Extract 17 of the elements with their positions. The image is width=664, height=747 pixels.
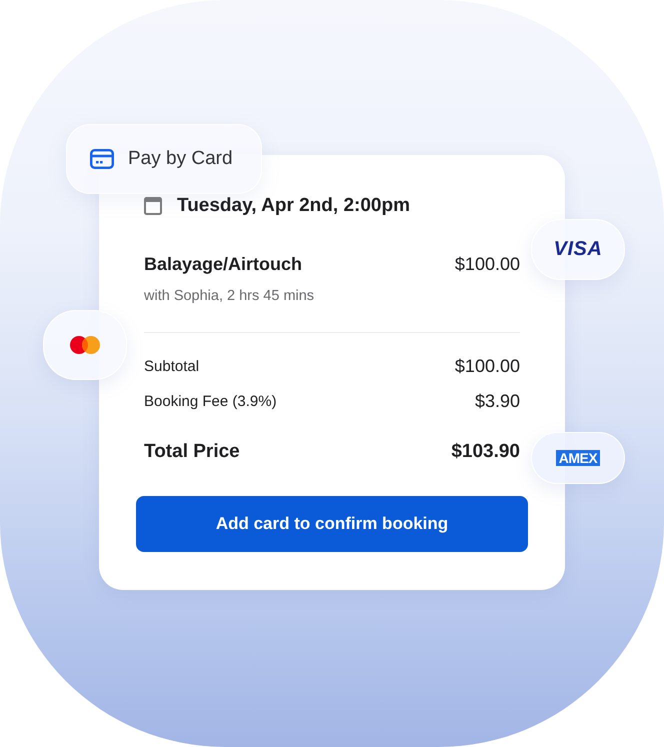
total-amount: $103.90 <box>451 441 520 463</box>
appointment-date: Tuesday, Apr 2nd, 2:00pm <box>177 195 410 217</box>
confirm-button[interactable]: Add card to confirm booking <box>136 496 528 552</box>
mastercard-logo-icon <box>70 336 100 354</box>
amex-logo: AMEX <box>556 450 600 466</box>
summary-amount: $3.90 <box>474 390 520 412</box>
summary-label: Subtotal <box>144 358 200 374</box>
summary-amount: $100.00 <box>454 356 520 376</box>
pay-by-card-label: Pay by Card <box>128 148 233 170</box>
visa-logo: VISA <box>554 238 602 261</box>
service-price: $100.00 <box>454 254 520 274</box>
credit-card-icon <box>90 149 114 169</box>
service-details: with Sophia, 2 hrs 45 mins <box>144 287 316 305</box>
service-name: Balayage/Airtouch <box>144 254 302 274</box>
total-label: Total Price <box>144 441 240 463</box>
summary-label: Booking Fee (3.9%) <box>144 392 277 410</box>
calendar-icon <box>144 197 162 215</box>
